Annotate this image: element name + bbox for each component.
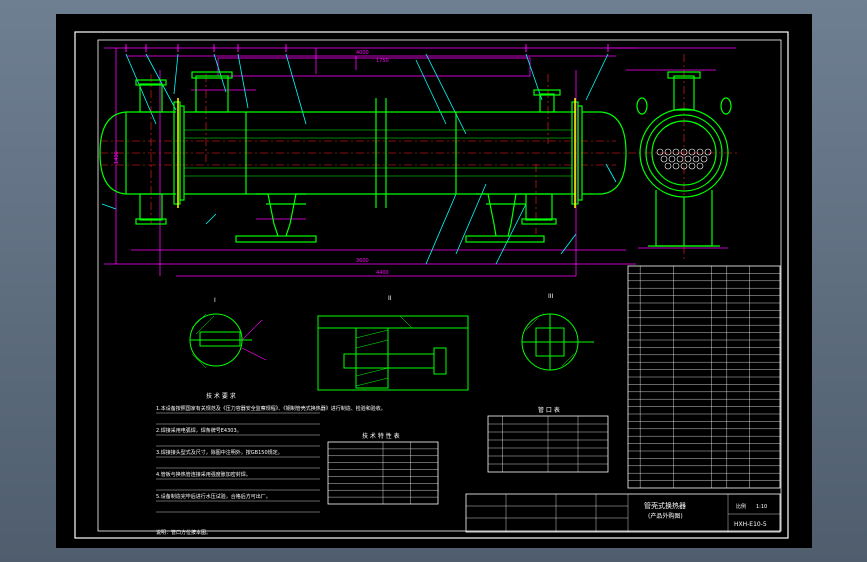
- drawing-subtitle: (产品外购图): [648, 512, 683, 520]
- tube-hole: [660, 155, 668, 163]
- tech-requirement-line: 4.管板与换热管连接采用强度胀加密封焊。: [156, 471, 251, 478]
- tube-hole: [672, 162, 680, 170]
- detail-view-ii: II: [317, 295, 469, 391]
- technical-characteristics-table: 技 术 特 性 表: [327, 432, 439, 505]
- tube-hole: [692, 155, 700, 163]
- tech-requirement-line: 3.焊接接头型式及尺寸，除图中注明外，按GB150规定。: [156, 449, 283, 456]
- svg-text:3600: 3600: [356, 258, 369, 264]
- outer-frame: [74, 31, 789, 539]
- cad-viewport[interactable]: 4000 1750 3600 4400 1400 I II III 技 术 要 …: [0, 0, 867, 562]
- drawing-title: 管壳式换热器: [644, 501, 686, 510]
- detail-view-i: I: [189, 297, 267, 369]
- tube-hole: [664, 148, 672, 156]
- scale-value: 1:10: [756, 504, 767, 510]
- svg-text:1750: 1750: [376, 58, 389, 64]
- drawing-canvas[interactable]: 4000 1750 3600 4400 1400 I II III 技 术 要 …: [56, 14, 812, 548]
- section-label-i: I: [214, 297, 216, 304]
- end-view: [612, 47, 740, 262]
- parts-list: [627, 265, 781, 489]
- tech-requirement-line: 1.本设备按照国家有关规范及《压力容器安全监察规程》、《钢制管壳式换热器》进行制…: [156, 405, 386, 412]
- tech-requirement-line: 5.设备制造完毕后进行水压试验，合格后方可出厂。: [156, 493, 271, 500]
- inner-frame: [97, 39, 782, 532]
- tech-char-table-title: 技 术 特 性 表: [362, 432, 400, 440]
- tube-hole: [700, 155, 708, 163]
- section-label-iii: III: [548, 293, 554, 300]
- tube-hole: [684, 155, 692, 163]
- cad-drawing: 4000 1750 3600 4400 1400 I II III 技 术 要 …: [74, 31, 789, 539]
- tube-hole: [696, 148, 704, 156]
- technical-requirements: 技 术 要 求 1.本设备按照国家有关规范及《压力容器安全监察规程》、《钢制管壳…: [156, 392, 386, 536]
- tech-requirements-title: 技 术 要 求: [206, 392, 236, 400]
- nozzle-table-title: 管 口 表: [538, 406, 560, 414]
- tube-hole: [668, 155, 676, 163]
- tube-hole: [664, 162, 672, 170]
- drawing-number: HXH-E10-5: [734, 521, 767, 528]
- scale-label: 比例: [736, 503, 746, 510]
- tube-hole: [688, 148, 696, 156]
- title-block: 管壳式换热器 (产品外购图) 比例 1:10 HXH-E10-5: [465, 493, 781, 533]
- tech-requirement-line: 说明：管口方位按本图。: [156, 529, 211, 536]
- svg-text:4400: 4400: [376, 270, 389, 276]
- tube-hole: [696, 162, 704, 170]
- section-label-ii: II: [388, 295, 392, 302]
- detail-view-iii: III: [521, 293, 594, 371]
- tube-hole: [672, 148, 680, 156]
- nozzle-table: 管 口 表: [487, 406, 609, 473]
- tube-hole: [688, 162, 696, 170]
- main-elevation-view: 4000 1750 3600 4400 1400: [99, 44, 636, 277]
- tech-requirement-line: 2.焊接采用电弧焊，焊条牌号E4303。: [156, 427, 242, 434]
- svg-text:4000: 4000: [356, 50, 369, 56]
- tube-hole: [656, 148, 664, 156]
- tube-hole: [704, 148, 712, 156]
- tube-hole: [676, 155, 684, 163]
